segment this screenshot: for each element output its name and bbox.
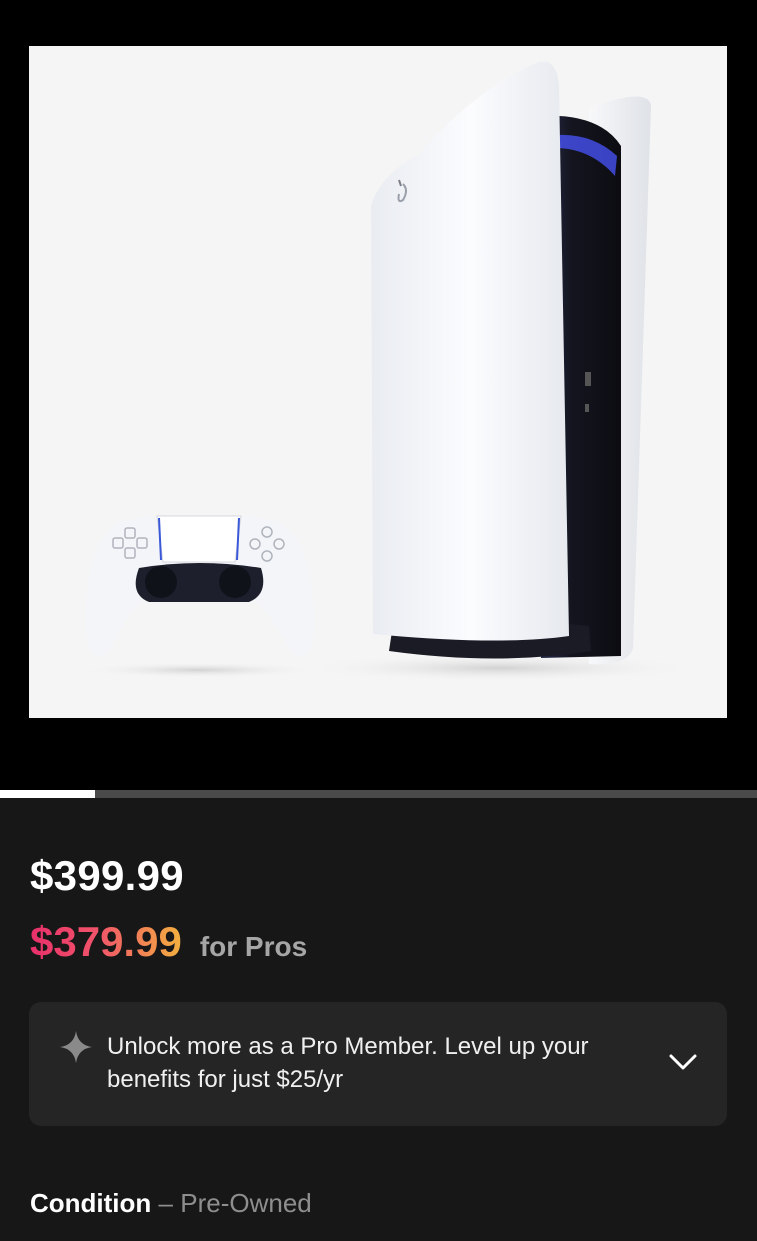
- condition-value: Pre-Owned: [180, 1188, 312, 1218]
- condition-separator: –: [158, 1188, 173, 1218]
- pro-price-row: $379.99 for Pros: [30, 918, 307, 966]
- chevron-down-icon: [669, 1054, 697, 1070]
- condition-label: Condition: [30, 1188, 152, 1218]
- pro-membership-banner[interactable]: Unlock more as a Pro Member. Level up yo…: [29, 1002, 727, 1126]
- product-details: $399.99 $379.99 for Pros Unlock more as …: [0, 798, 757, 1241]
- product-image[interactable]: [29, 46, 727, 718]
- expand-banner-button[interactable]: [663, 1042, 703, 1082]
- price: $399.99: [30, 852, 184, 899]
- pro-price-label: for Pros: [199, 931, 308, 962]
- pro-banner-text: Unlock more as a Pro Member. Level up yo…: [107, 1033, 589, 1093]
- carousel-progress-fill: [0, 790, 95, 798]
- pro-price: $379.99: [30, 918, 182, 965]
- condition-row: Condition – Pre-Owned: [30, 1188, 312, 1219]
- ps5-illustration: [79, 61, 699, 682]
- sparkle-icon: [60, 1031, 92, 1063]
- image-carousel-progress[interactable]: [0, 790, 757, 798]
- product-hero: [0, 0, 757, 790]
